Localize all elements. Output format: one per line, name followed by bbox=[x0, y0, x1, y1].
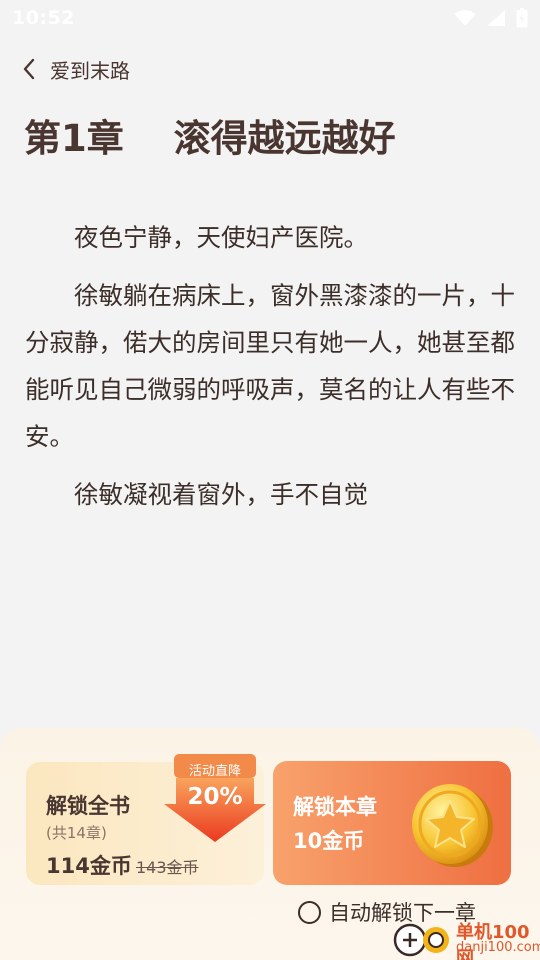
paragraph: 夜色宁静，天使妇产医院。 bbox=[74, 223, 368, 252]
chapter-title: 第1章 滚得越远越好 bbox=[24, 117, 396, 160]
book-title: 爱到末路 bbox=[50, 58, 130, 83]
signal-icon bbox=[486, 9, 506, 27]
promo-tag: 活动直降 bbox=[188, 764, 241, 779]
paragraph: 徐敏凝视着窗外，手不自觉 bbox=[74, 480, 368, 509]
chapter-content: 夜色宁静，天使妇产医院。 徐敏躺在病床上，窗外黑漆漆的一片，十分寂静，偌大的房间… bbox=[25, 214, 515, 529]
watermark-url: danji100.com bbox=[456, 940, 540, 955]
back-button[interactable]: 爱到末路 bbox=[22, 52, 130, 86]
battery-icon bbox=[516, 8, 528, 28]
radio-button[interactable] bbox=[298, 900, 321, 924]
chevron-left-icon bbox=[22, 58, 36, 80]
watermark: 单机100网 danji100.com bbox=[392, 916, 540, 960]
watermark-logo-icon bbox=[392, 916, 452, 960]
star-coin-icon bbox=[407, 779, 497, 875]
promo-badge: 活动直降 20% bbox=[162, 752, 268, 844]
status-time: 10:52 bbox=[12, 7, 75, 29]
unlock-chapter-label: 解锁本章 bbox=[293, 795, 377, 819]
full-book-original-price: 143金币 bbox=[136, 858, 199, 877]
promo-discount: 20% bbox=[187, 784, 243, 810]
chapter-count: (共14章) bbox=[46, 824, 107, 842]
paragraph: 徐敏躺在病床上，窗外黑漆漆的一片，十分寂静，偌大的房间里只有她一人，她甚至都能听… bbox=[25, 281, 515, 451]
wifi-icon bbox=[454, 9, 476, 27]
status-bar: 10:52 bbox=[0, 0, 540, 36]
chapter-price: 10金币 bbox=[293, 829, 365, 853]
unlock-chapter-button[interactable]: 解锁本章 10金币 bbox=[273, 761, 511, 885]
unlock-full-book-label: 解锁全书 bbox=[46, 794, 130, 818]
full-book-price: 114金币 bbox=[46, 854, 132, 878]
status-icons bbox=[454, 8, 528, 28]
